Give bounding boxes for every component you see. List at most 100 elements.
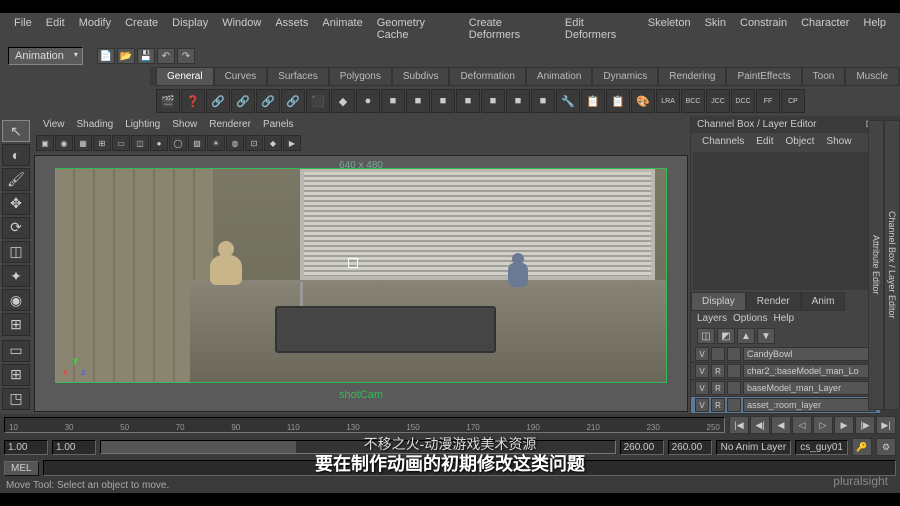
anim-start-field[interactable]: [4, 440, 48, 455]
character-set-dropdown[interactable]: cs_guy01: [795, 440, 848, 455]
shelf-btn-2[interactable]: 🔗: [206, 89, 230, 113]
vp-menu-show[interactable]: Show: [167, 118, 202, 131]
mode-dropdown[interactable]: Animation: [8, 47, 83, 65]
cb-menu-edit[interactable]: Edit: [751, 135, 778, 148]
shelf-btn-4[interactable]: 🔗: [256, 89, 280, 113]
new-scene-icon[interactable]: 📄: [97, 48, 115, 64]
shelf-btn-JCC[interactable]: JCC: [706, 89, 730, 113]
shelf-tab-subdivs[interactable]: Subdivs: [392, 67, 450, 86]
side-tab-attribute[interactable]: Attribute Editor: [868, 120, 884, 410]
shelf-btn-11[interactable]: ■: [431, 89, 455, 113]
layer-type-toggle[interactable]: [711, 347, 725, 361]
shelf-tab-polygons[interactable]: Polygons: [329, 67, 392, 86]
shelf-btn-7[interactable]: ◆: [331, 89, 355, 113]
layer-menu-options[interactable]: Options: [733, 313, 767, 324]
move-down-icon[interactable]: ▼: [757, 328, 775, 344]
menu-constrain[interactable]: Constrain: [734, 15, 793, 43]
vp-light-icon[interactable]: ☀: [207, 135, 225, 151]
shelf-btn-DCC[interactable]: DCC: [731, 89, 755, 113]
shelf-btn-15[interactable]: ■: [531, 89, 555, 113]
layer-type-toggle[interactable]: R: [711, 364, 725, 378]
menu-create[interactable]: Create: [119, 15, 164, 43]
layer-menu-help[interactable]: Help: [773, 313, 794, 324]
shelf-btn-17[interactable]: 📋: [581, 89, 605, 113]
shelf-tab-rendering[interactable]: Rendering: [658, 67, 726, 86]
vp-grid-icon[interactable]: ⊞: [93, 135, 111, 151]
vp-xray-icon[interactable]: ◍: [226, 135, 244, 151]
anim-layer-dropdown[interactable]: No Anim Layer: [716, 440, 792, 455]
step-fwd-icon[interactable]: ▶: [834, 416, 854, 434]
layer-row[interactable]: V CandyBowl: [691, 346, 880, 363]
shelf-btn-3[interactable]: 🔗: [231, 89, 255, 113]
layer-row[interactable]: V R baseModel_man_Layer: [691, 380, 880, 397]
vp-wire-icon[interactable]: ◯: [169, 135, 187, 151]
vp-shade-icon[interactable]: ●: [150, 135, 168, 151]
menu-skin[interactable]: Skin: [699, 15, 732, 43]
lasso-tool-icon[interactable]: ◐: [2, 144, 30, 166]
vp-menu-shading[interactable]: Shading: [72, 118, 119, 131]
viewport[interactable]: 640 x 480 y x z shot: [34, 155, 688, 412]
layer-tab-anim[interactable]: Anim: [801, 292, 846, 311]
rotate-tool-icon[interactable]: ⟳: [2, 217, 30, 239]
vp-gate-icon[interactable]: ▭: [112, 135, 130, 151]
shelf-tab-painteffects[interactable]: PaintEffects: [726, 67, 801, 86]
menu-assets[interactable]: Assets: [269, 15, 314, 43]
shelf-btn-19[interactable]: 🎨: [631, 89, 655, 113]
menu-help[interactable]: Help: [857, 15, 892, 43]
layer-color-swatch[interactable]: [727, 381, 741, 395]
shelf-tab-curves[interactable]: Curves: [214, 67, 268, 86]
menu-skeleton[interactable]: Skeleton: [642, 15, 697, 43]
vp-menu-view[interactable]: View: [38, 118, 70, 131]
soft-mod-tool-icon[interactable]: ◉: [2, 289, 30, 311]
layer-visibility-toggle[interactable]: V: [695, 347, 709, 361]
new-layer-icon[interactable]: ◫: [697, 328, 715, 344]
shelf-btn-10[interactable]: ■: [406, 89, 430, 113]
paint-select-tool-icon[interactable]: 🖌: [2, 168, 30, 190]
move-up-icon[interactable]: ▲: [737, 328, 755, 344]
layer-color-swatch[interactable]: [727, 347, 741, 361]
step-back-key-icon[interactable]: ◀|: [750, 416, 770, 434]
layout-single-icon[interactable]: ▭: [2, 340, 30, 362]
scale-tool-icon[interactable]: ◫: [2, 241, 30, 263]
layout-four-icon[interactable]: ⊞: [2, 364, 30, 386]
play-fwd-icon[interactable]: ▷: [813, 416, 833, 434]
shelf-btn-6[interactable]: ⬛: [306, 89, 330, 113]
range-end-field[interactable]: [620, 440, 664, 455]
vp-iso-icon[interactable]: ⊡: [245, 135, 263, 151]
shelf-btn-18[interactable]: 📋: [606, 89, 630, 113]
vp-res-icon[interactable]: ◫: [131, 135, 149, 151]
vp-tex-icon[interactable]: ▨: [188, 135, 206, 151]
autokey-toggle-icon[interactable]: 🔑: [852, 438, 872, 456]
menu-editdeformers[interactable]: Edit Deformers: [559, 15, 640, 43]
menu-character[interactable]: Character: [795, 15, 855, 43]
shelf-tab-dynamics[interactable]: Dynamics: [592, 67, 658, 86]
vp-menu-lighting[interactable]: Lighting: [120, 118, 165, 131]
play-back-icon[interactable]: ◁: [792, 416, 812, 434]
shelf-tab-general[interactable]: General: [156, 67, 214, 86]
shelf-btn-14[interactable]: ■: [506, 89, 530, 113]
menu-animate[interactable]: Animate: [316, 15, 368, 43]
shelf-tab-muscle[interactable]: Muscle: [845, 67, 899, 86]
layer-menu-layers[interactable]: Layers: [697, 313, 727, 324]
layer-color-swatch[interactable]: [727, 364, 741, 378]
undo-icon[interactable]: ↶: [157, 48, 175, 64]
range-start-field[interactable]: [52, 440, 96, 455]
layer-tab-display[interactable]: Display: [691, 292, 746, 311]
vp-bookmark-icon[interactable]: ◉: [55, 135, 73, 151]
cb-menu-show[interactable]: Show: [821, 135, 856, 148]
layer-type-toggle[interactable]: R: [711, 398, 725, 412]
menu-createdeformers[interactable]: Create Deformers: [463, 15, 557, 43]
step-fwd-key-icon[interactable]: |▶: [855, 416, 875, 434]
shelf-btn-13[interactable]: ■: [481, 89, 505, 113]
channel-list[interactable]: [693, 152, 878, 290]
shelf-tab-surfaces[interactable]: Surfaces: [267, 67, 328, 86]
shelf-btn-8[interactable]: ●: [356, 89, 380, 113]
shelf-btn-16[interactable]: 🔧: [556, 89, 580, 113]
redo-icon[interactable]: ↷: [177, 48, 195, 64]
shelf-tab-animation[interactable]: Animation: [526, 67, 592, 86]
vp-imgplane-icon[interactable]: ▦: [74, 135, 92, 151]
shelf-btn-FF[interactable]: FF: [756, 89, 780, 113]
open-scene-icon[interactable]: 📂: [117, 48, 135, 64]
select-tool-icon[interactable]: ↖: [2, 120, 30, 142]
menu-window[interactable]: Window: [216, 15, 267, 43]
